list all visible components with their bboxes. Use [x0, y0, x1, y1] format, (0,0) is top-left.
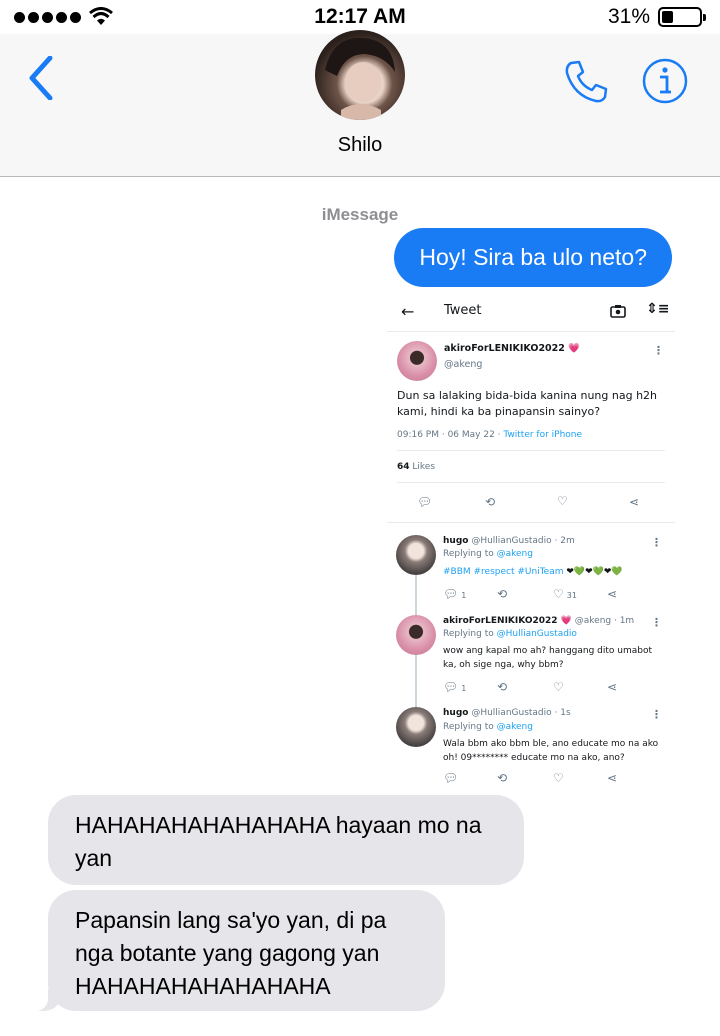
share-icon: ⋖	[607, 587, 618, 601]
received-message-bubble[interactable]: Papansin lang sa'yo yan, di pa nga botan…	[28, 890, 445, 1011]
replying-label: Replying to	[443, 549, 497, 559]
replying-label: Replying to	[443, 722, 497, 732]
like-icon: ♡	[553, 771, 564, 785]
reply-handle: @HullianGustadio · 1s	[471, 708, 571, 718]
reply-text-line: Wala bbm ako bbm ble, ano educate mo na …	[443, 739, 659, 749]
likes-label: Likes	[409, 462, 436, 472]
arrow-left-icon: ←	[401, 302, 415, 321]
reply-avatar	[396, 615, 436, 655]
replying-to-link: @akeng	[496, 549, 533, 559]
reply-count: 1	[461, 591, 467, 600]
sent-message-bubble[interactable]: Hoy! Sira ba ulo neto?	[394, 228, 672, 287]
reply-handle: @HullianGustadio · 2m	[471, 536, 575, 546]
share-icon: ⋖	[629, 495, 640, 509]
like-icon: ♡ 31	[553, 587, 577, 601]
replying-to: Replying to @akeng	[443, 722, 533, 732]
likes-count: 64	[397, 462, 410, 472]
like-count: 31	[566, 591, 577, 600]
sort-icon: ⇕≡	[646, 301, 670, 317]
reply-name: hugo	[443, 708, 469, 718]
phone-call-icon[interactable]	[562, 58, 610, 106]
tweet-meta: 09:16 PM · 06 May 22 · Twitter for iPhon…	[397, 430, 582, 440]
retweet-icon: ⟲	[497, 771, 508, 785]
camera-icon	[610, 305, 626, 318]
reply-header: hugo @HullianGustadio · 2m	[443, 536, 575, 546]
retweet-icon: ⟲	[485, 495, 496, 509]
more-options-icon: ⋮	[653, 344, 664, 357]
reply-avatar	[396, 535, 436, 575]
tweet-body: Dun sa lalaking bida-bida kanina nung na…	[397, 389, 658, 418]
more-options-icon: ⋮	[651, 708, 662, 721]
battery-fill	[662, 11, 673, 23]
reply-avatar	[396, 707, 436, 747]
reply-count: 1	[461, 684, 467, 693]
back-chevron-icon[interactable]	[26, 56, 56, 100]
replying-to-link: @HullianGustadio	[496, 629, 577, 639]
replying-label: Replying to	[443, 629, 497, 639]
reply-text-line: oh! 09******** educate mo na ako, ano?	[443, 753, 625, 763]
share-icon: ⋖	[607, 771, 618, 785]
replying-to-link: @akeng	[496, 722, 533, 732]
retweet-icon: ⟲	[497, 680, 508, 694]
reply-name: akiroForLENIKIKO2022 💗	[443, 616, 572, 626]
tweet-source: Twitter for iPhone	[503, 430, 583, 440]
retweet-icon: ⟲	[497, 587, 508, 601]
reply-icon: 💬︎	[417, 495, 433, 509]
divider	[387, 522, 675, 523]
divider	[397, 482, 665, 483]
reply-text: #BBM #respect #UniTeam ❤💚❤💚❤💚	[443, 565, 623, 579]
contact-name[interactable]: Shilo	[0, 134, 720, 157]
author-handle: @akeng	[444, 359, 483, 370]
more-options-icon: ⋮	[651, 616, 662, 629]
tweet-screenshot-attachment[interactable]: ← Tweet ⇕≡ akiroForLENIKIKO2022 💗 @akeng…	[387, 292, 675, 792]
reply-icon: 💬︎ 1	[443, 587, 467, 601]
tweet-time: 09:16 PM · 06 May 22 ·	[397, 430, 504, 440]
reply-hashtags: #BBM #respect #UniTeam	[443, 567, 564, 577]
battery-percentage: 31%	[607, 5, 650, 28]
info-icon[interactable]	[642, 58, 688, 104]
author-name: akiroForLENIKIKO2022 💗	[444, 343, 581, 354]
reply-icon: 💬︎	[443, 771, 459, 785]
like-icon: ♡	[553, 680, 564, 694]
tweet-header-bar: ← Tweet ⇕≡	[387, 292, 675, 332]
more-options-icon: ⋮	[651, 536, 662, 549]
received-message-bubble[interactable]: HAHAHAHAHAHAHAHA hayaan mo na yan	[48, 795, 524, 885]
reply-hearts: ❤💚❤💚❤💚	[566, 567, 623, 577]
status-bar: 12:17 AM 31%	[0, 0, 720, 34]
reply-text-line: ka, oh sige nga, why bbm?	[443, 660, 564, 670]
replying-to: Replying to @akeng	[443, 549, 533, 559]
replying-to: Replying to @HullianGustadio	[443, 629, 577, 639]
share-icon: ⋖	[607, 680, 618, 694]
conversation-header: Shilo	[0, 30, 720, 177]
reply-header: hugo @HullianGustadio · 1s	[443, 708, 571, 718]
reply-icon: 💬︎ 1	[443, 680, 467, 694]
service-label: iMessage	[321, 205, 399, 224]
author-avatar	[397, 341, 437, 381]
like-icon: ♡	[557, 494, 568, 508]
divider	[397, 450, 665, 451]
reply-text-line: wow ang kapal mo ah? hanggang dito umabo…	[443, 646, 653, 656]
avatar-photo	[325, 37, 395, 120]
tweet-likes: 64 Likes	[397, 462, 435, 472]
reply-handle: @akeng · 1m	[574, 616, 635, 626]
reply-name: hugo	[443, 536, 469, 546]
contact-avatar[interactable]	[315, 30, 405, 120]
tweet-header-title: Tweet	[444, 303, 482, 318]
battery-icon	[658, 7, 706, 27]
reply-header: akiroForLENIKIKO2022 💗 @akeng · 1m	[443, 616, 634, 626]
